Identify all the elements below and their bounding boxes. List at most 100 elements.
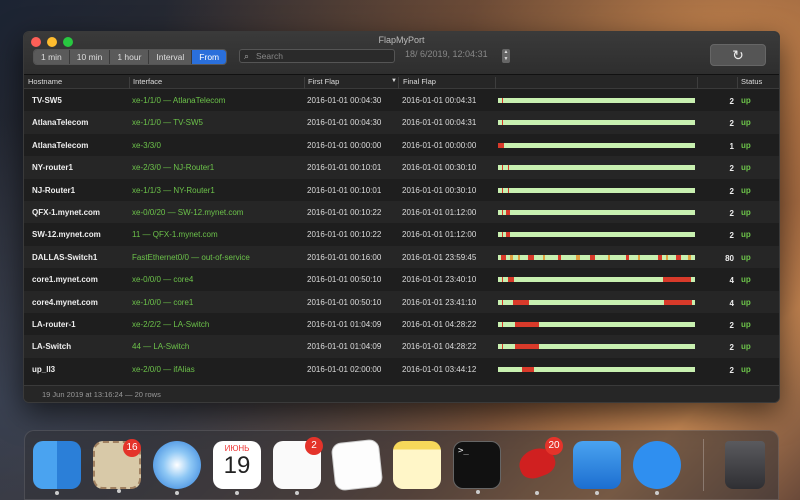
refresh-button[interactable]: ↻: [710, 44, 766, 66]
table-row[interactable]: TV-SW5 xe-1/1/0 — AtlanaTelecom 2016-01-01…: [24, 89, 779, 112]
final-flap-cell: 2016-01-01 01:12:00: [402, 207, 477, 217]
first-flap-cell: 2016-01-01 00:04:30: [307, 118, 382, 128]
status-cell: up: [741, 275, 751, 285]
first-flap-cell: 2016-01-01 00:10:22: [307, 207, 382, 217]
flap-marker: [506, 232, 510, 238]
status-cell: up: [741, 364, 751, 374]
flap-marker: [502, 232, 503, 238]
flap-timeline: [498, 254, 695, 260]
flap-count-cell: 2: [729, 365, 734, 375]
search-input[interactable]: [256, 50, 392, 62]
flap-marker: [576, 254, 580, 260]
flap-timeline: [498, 321, 695, 327]
flap-timeline: [498, 277, 695, 283]
flap-marker: [522, 366, 534, 372]
first-flap-cell: 2016-01-01 00:10:22: [307, 230, 382, 240]
flap-timeline: [498, 366, 695, 372]
flap-count-cell: 2: [729, 164, 734, 174]
flap-marker: [502, 209, 503, 215]
status-bar: 19 Jun 2019 at 13:16:24 — 20 rows: [24, 385, 779, 402]
app-window: FlapMyPort 1 min 10 min 1 hour Interval …: [23, 31, 780, 403]
textedit-icon[interactable]: [330, 438, 384, 492]
finder-icon[interactable]: [33, 441, 81, 495]
terminal-icon[interactable]: >_: [453, 441, 501, 494]
table-row[interactable]: QFX-1.mynet.com xe-0/0/20 — SW-12.mynet.c…: [24, 200, 779, 224]
final-flap-cell: 2016-01-01 01:12:00: [402, 230, 477, 240]
flap-marker: [666, 254, 668, 260]
final-flap-cell: 2016-01-01 23:41:10: [402, 297, 477, 307]
interface-cell: xe-1/1/0 — AtlanaTelecom: [132, 96, 226, 105]
table-row[interactable]: core4.mynet.com xe-1/0/0 — core1 2016-01-0…: [24, 290, 779, 313]
column-header-interface[interactable]: Interface: [133, 77, 162, 86]
flap-marker: [502, 299, 503, 305]
flap-count-cell: 4: [729, 276, 734, 286]
interval-1hour-button[interactable]: 1 hour: [110, 50, 150, 64]
messages-icon[interactable]: [633, 441, 681, 495]
table-row[interactable]: AtlanaTelecom xe-1/1/0 — TV-SW5 2016-01-01…: [24, 111, 779, 134]
hostname-cell: LA-router-1: [32, 319, 76, 329]
flap-marker: [498, 142, 504, 148]
mail-icon[interactable]: 16: [93, 439, 141, 493]
flap-marker: [502, 165, 503, 171]
hostname-cell: DALLAS-Switch1: [32, 252, 98, 262]
flap-marker: [508, 187, 509, 193]
status-cell: up: [741, 140, 751, 150]
xcode-icon[interactable]: [573, 441, 621, 495]
interface-cell: xe-0/0/0 — core4: [132, 275, 194, 285]
flap-marker: [502, 98, 503, 103]
flap-marker: [663, 277, 691, 283]
status-cell: up: [741, 230, 751, 240]
search-icon: ⌕: [244, 51, 250, 61]
table-row[interactable]: NJ-Router1 xe-1/1/3 — NY-Router1 2016-01-0…: [24, 178, 779, 201]
flap-marker: [638, 254, 640, 260]
table-row[interactable]: LA-Switch 44 — LA-Switch 2016-01-01 01:04:…: [24, 335, 779, 358]
flap-marker: [510, 254, 513, 260]
flap-count-cell: 2: [729, 119, 734, 129]
interface-cell: xe-2/2/2 — LA-Switch: [132, 319, 210, 329]
interval-1min-button[interactable]: 1 min: [34, 50, 70, 64]
flap-timeline: [498, 98, 695, 103]
flap-marker: [501, 254, 506, 260]
hostname-cell: AtlanaTelecom: [32, 118, 89, 128]
flap-count-cell: 2: [729, 231, 734, 241]
safari-icon[interactable]: [153, 441, 201, 495]
flap-marker: [508, 277, 514, 283]
interval-10min-button[interactable]: 10 min: [69, 50, 111, 64]
table-row[interactable]: LA-router-1 xe-2/2/2 — LA-Switch 2016-01-0…: [24, 312, 779, 336]
column-header-hostname[interactable]: Hostname: [28, 77, 62, 86]
flapmyport-icon[interactable]: 20: [513, 437, 563, 495]
column-header-first-flap[interactable]: First Flap: [308, 77, 339, 86]
mail-badge: 16: [123, 439, 141, 457]
table-row[interactable]: up_ll3 xe-2/0/0 — ifAlias 2016-01-01 02:00…: [24, 357, 779, 381]
flap-marker: [664, 299, 692, 305]
interface-cell: xe-1/0/0 — core1: [132, 297, 194, 307]
hostname-cell: TV-SW5: [32, 96, 62, 105]
trash-icon[interactable]: [725, 441, 765, 489]
column-header-status[interactable]: Status: [741, 77, 762, 86]
up-down-arrows-icon[interactable]: ▲ ▼: [502, 49, 510, 63]
search-field[interactable]: ⌕: [239, 49, 395, 63]
flap-count-cell: 80: [725, 253, 734, 263]
notes-icon[interactable]: [393, 441, 441, 489]
flap-table: TV-SW5 xe-1/1/0 — AtlanaTelecom 2016-01-01…: [24, 89, 779, 387]
flap-timeline: [498, 120, 695, 126]
table-row[interactable]: core1.mynet.com xe-0/0/0 — core4 2016-01-0…: [24, 268, 779, 291]
reminders-icon[interactable]: 2: [273, 437, 323, 495]
flap-marker: [626, 254, 629, 260]
table-row[interactable]: SW-12.mynet.com 11 — QFX-1.mynet.com 2016-…: [24, 223, 779, 246]
table-row[interactable]: AtlanaTelecom xe-3/3/0 2016-01-01 00:00:00…: [24, 133, 779, 157]
from-date-field[interactable]: 18/ 6/2019, 12:04:31: [405, 49, 488, 59]
interval-custom-button[interactable]: Interval: [149, 50, 193, 64]
interval-segmented-control: 1 min 10 min 1 hour Interval From: [33, 49, 228, 65]
table-row[interactable]: NY-router1 xe-2/3/0 — NJ-Router1 2016-01-0…: [24, 156, 779, 179]
flap-marker: [508, 165, 509, 171]
final-flap-cell: 2016-01-01 00:04:31: [402, 96, 477, 105]
flap-timeline: [498, 142, 695, 148]
interval-from-button[interactable]: From: [192, 50, 227, 64]
first-flap-cell: 2016-01-01 00:04:30: [307, 96, 382, 105]
calendar-icon[interactable]: ИЮНЬ 19: [213, 441, 261, 495]
table-row[interactable]: DALLAS-Switch1 FastEthernet0/0 — out-of-s…: [24, 245, 779, 269]
column-header-final-flap[interactable]: Final Flap: [403, 77, 436, 86]
reminders-badge: 2: [305, 437, 323, 455]
flap-marker: [502, 277, 503, 283]
